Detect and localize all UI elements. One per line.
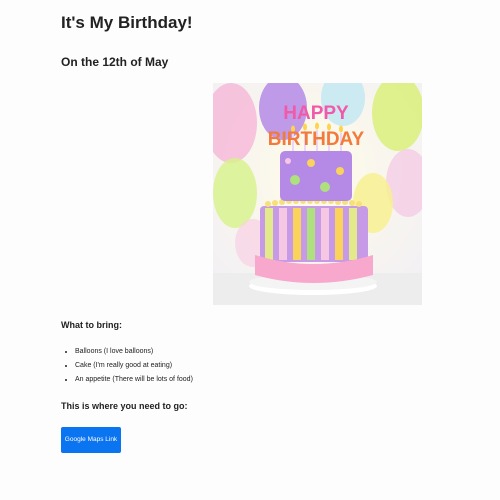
- page-title: It's My Birthday!: [61, 13, 193, 32]
- google-maps-link-button[interactable]: Google Maps Link: [61, 427, 121, 453]
- what-to-bring-list: Balloons (I love balloons) Cake (I'm rea…: [61, 345, 193, 387]
- list-item: Cake (I'm really good at eating): [75, 359, 193, 373]
- directions-heading: This is where you need to go:: [61, 401, 188, 411]
- list-item: Balloons (I love balloons): [75, 345, 193, 359]
- birthday-cake-image: HAPPY BIRTHDAY: [213, 83, 422, 305]
- what-to-bring-heading: What to bring:: [61, 320, 122, 330]
- page-subtitle: On the 12th of May: [61, 55, 169, 69]
- list-item: An appetite (There will be lots of food): [75, 373, 193, 387]
- cake-text-birthday: BIRTHDAY: [268, 129, 365, 150]
- cake-text-happy: HAPPY: [283, 103, 349, 124]
